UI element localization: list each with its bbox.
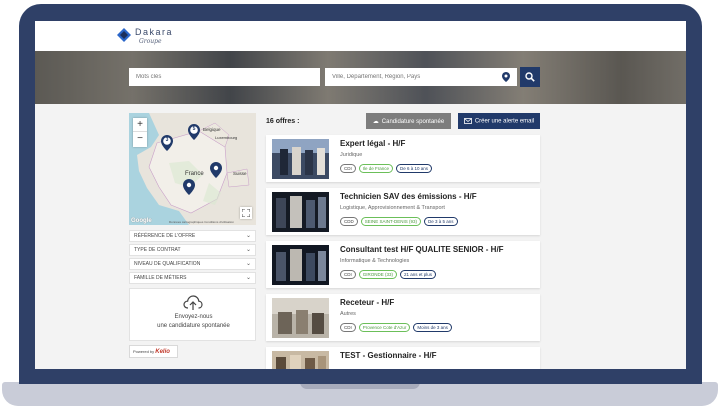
map-marker-cluster[interactable]: 5 [188,124,200,140]
map-marker-count: 3 [165,137,169,143]
cloud-upload-icon [183,295,203,310]
contract-tag: CDD [340,217,358,226]
map-label-belgique: Belgique [203,127,221,132]
offers-map[interactable]: Belgique Luxembourg France Suisse 3 5 + … [129,113,256,225]
location-tag: SEINE SAINT-DENIS (93) [360,217,422,226]
fullscreen-icon [242,209,250,217]
map-label-france: France [185,171,204,177]
create-email-alert-button[interactable]: Créer une alerte email [458,113,540,129]
map-marker[interactable] [210,162,222,178]
offer-thumbnail [272,351,329,369]
google-logo: Google [131,218,152,224]
contract-tag: CDI [340,323,356,332]
offer-category: Informatique & Technologies [340,258,410,264]
spontaneous-line-1: Envoyez-nous [174,314,213,320]
map-zoom-controls: + − [133,118,147,147]
spontaneous-button-label: Candidature spontanée [381,118,445,125]
offer-tags: CDD SEINE SAINT-DENIS (93) De 3 à 5 ans [340,217,461,226]
map-label-luxembourg: Luxembourg [215,135,238,140]
offer-thumbnail [272,192,329,232]
powered-by-badge[interactable]: Powered by Kelio [129,345,178,358]
offer-category: Autres [340,311,356,317]
location-tag: GIRONDE (33) [358,270,398,279]
map-fullscreen-button[interactable] [240,207,252,219]
offer-thumbnail [272,298,329,338]
map-marker-count: 5 [192,126,196,132]
offer-title[interactable]: Receteur - H/F [340,298,394,307]
map-marker[interactable] [183,179,195,195]
search-icon [525,72,535,82]
offer-title[interactable]: Expert légal - H/F [340,139,405,148]
contract-tag: CDI [340,270,356,279]
alert-button-label: Créer une alerte email [474,118,535,125]
chevron-down-icon: ⌄ [245,247,251,253]
job-offer-card[interactable]: Expert légal - H/F Juridique CDI Ile de F… [266,135,540,182]
map-zoom-out-button[interactable]: − [133,132,147,146]
location-tag: Provence Cote d'Azur [358,323,411,332]
logo-name[interactable]: Dakara [135,27,173,37]
chevron-down-icon: ⌄ [245,275,251,281]
filter-label: Type de contrat [134,247,181,253]
logo-icon[interactable] [117,28,131,42]
experience-tag: 21 ans et plus [400,270,437,279]
contract-tag: CDI [340,164,356,173]
chevron-down-icon: ⌄ [245,233,251,239]
experience-tag: Moins de 3 ans [413,323,452,332]
filter-label: Référence de l'offre [134,233,196,239]
experience-tag: De 3 à 5 ans [424,217,458,226]
laptop-base [0,382,720,413]
offer-tags: CDI GIRONDE (33) 21 ans et plus [340,270,439,279]
offer-category: Juridique [340,152,363,158]
job-offer-card[interactable]: Receteur - H/F Autres CDI Provence Cote d… [266,294,540,341]
experience-tag: De 6 à 10 ans [396,164,433,173]
offer-tags: CDI Provence Cote d'Azur Moins de 3 ans [340,323,455,332]
map-pin-icon [210,162,222,178]
offers-count: 16 offres : [266,118,300,125]
offer-thumbnail [272,245,329,285]
powered-prefix: Powered by [133,349,155,354]
location-search-input[interactable] [325,68,517,86]
keywords-search-input[interactable] [129,68,320,86]
filter-contract-type[interactable]: Type de contrat ⌄ [129,244,256,256]
offer-title[interactable]: Consultant test H/F QUALITE SENIOR - H/F [340,245,504,254]
search-button[interactable] [520,67,540,87]
map-marker-cluster[interactable]: 3 [161,135,173,151]
offer-title[interactable]: Technicien SAV des émissions - H/F [340,192,477,201]
job-offer-card[interactable]: TEST - Gestionnaire - H/F [266,347,540,369]
location-tag: Ile de France [358,164,394,173]
spontaneous-application-button[interactable]: ☁ Candidature spontanée [366,113,451,129]
job-offer-card[interactable]: Technicien SAV des émissions - H/F Logis… [266,188,540,235]
location-pin-icon[interactable] [502,72,510,82]
spontaneous-line-2: une candidature spontanée [157,323,230,329]
offer-category: Logistique, Approvisionnement & Transpor… [340,205,445,211]
cloud-upload-icon: ☁ [372,118,379,125]
filter-reference[interactable]: Référence de l'offre ⌄ [129,230,256,242]
filter-job-family[interactable]: Famille de métiers ⌄ [129,272,256,284]
job-offer-card[interactable]: Consultant test H/F QUALITE SENIOR - H/F… [266,241,540,288]
laptop-screen: Dakara Groupe Mots clés Ville, Départeme… [35,21,686,369]
top-header: Dakara Groupe [35,21,686,51]
map-attribution[interactable]: Données cartographiques Conditions d'uti… [169,220,234,224]
chevron-down-icon: ⌄ [245,261,251,267]
filter-label: Niveau de qualification [134,261,201,267]
map-zoom-in-button[interactable]: + [133,118,147,132]
offer-tags: CDI Ile de France De 6 à 10 ans [340,164,435,173]
filter-qualification[interactable]: Niveau de qualification ⌄ [129,258,256,270]
logo-subtitle: Groupe [139,38,162,45]
hero-search-banner [35,51,686,104]
map-pin-icon [183,179,195,195]
envelope-icon [463,117,472,124]
filter-label: Famille de métiers [134,275,187,281]
offer-title[interactable]: TEST - Gestionnaire - H/F [340,351,436,360]
map-label-suisse: Suisse [233,171,247,176]
offer-thumbnail [272,139,329,179]
spontaneous-application-box[interactable]: Envoyez-nous une candidature spontanée [129,288,256,341]
powered-brand: Kelio [155,349,170,355]
